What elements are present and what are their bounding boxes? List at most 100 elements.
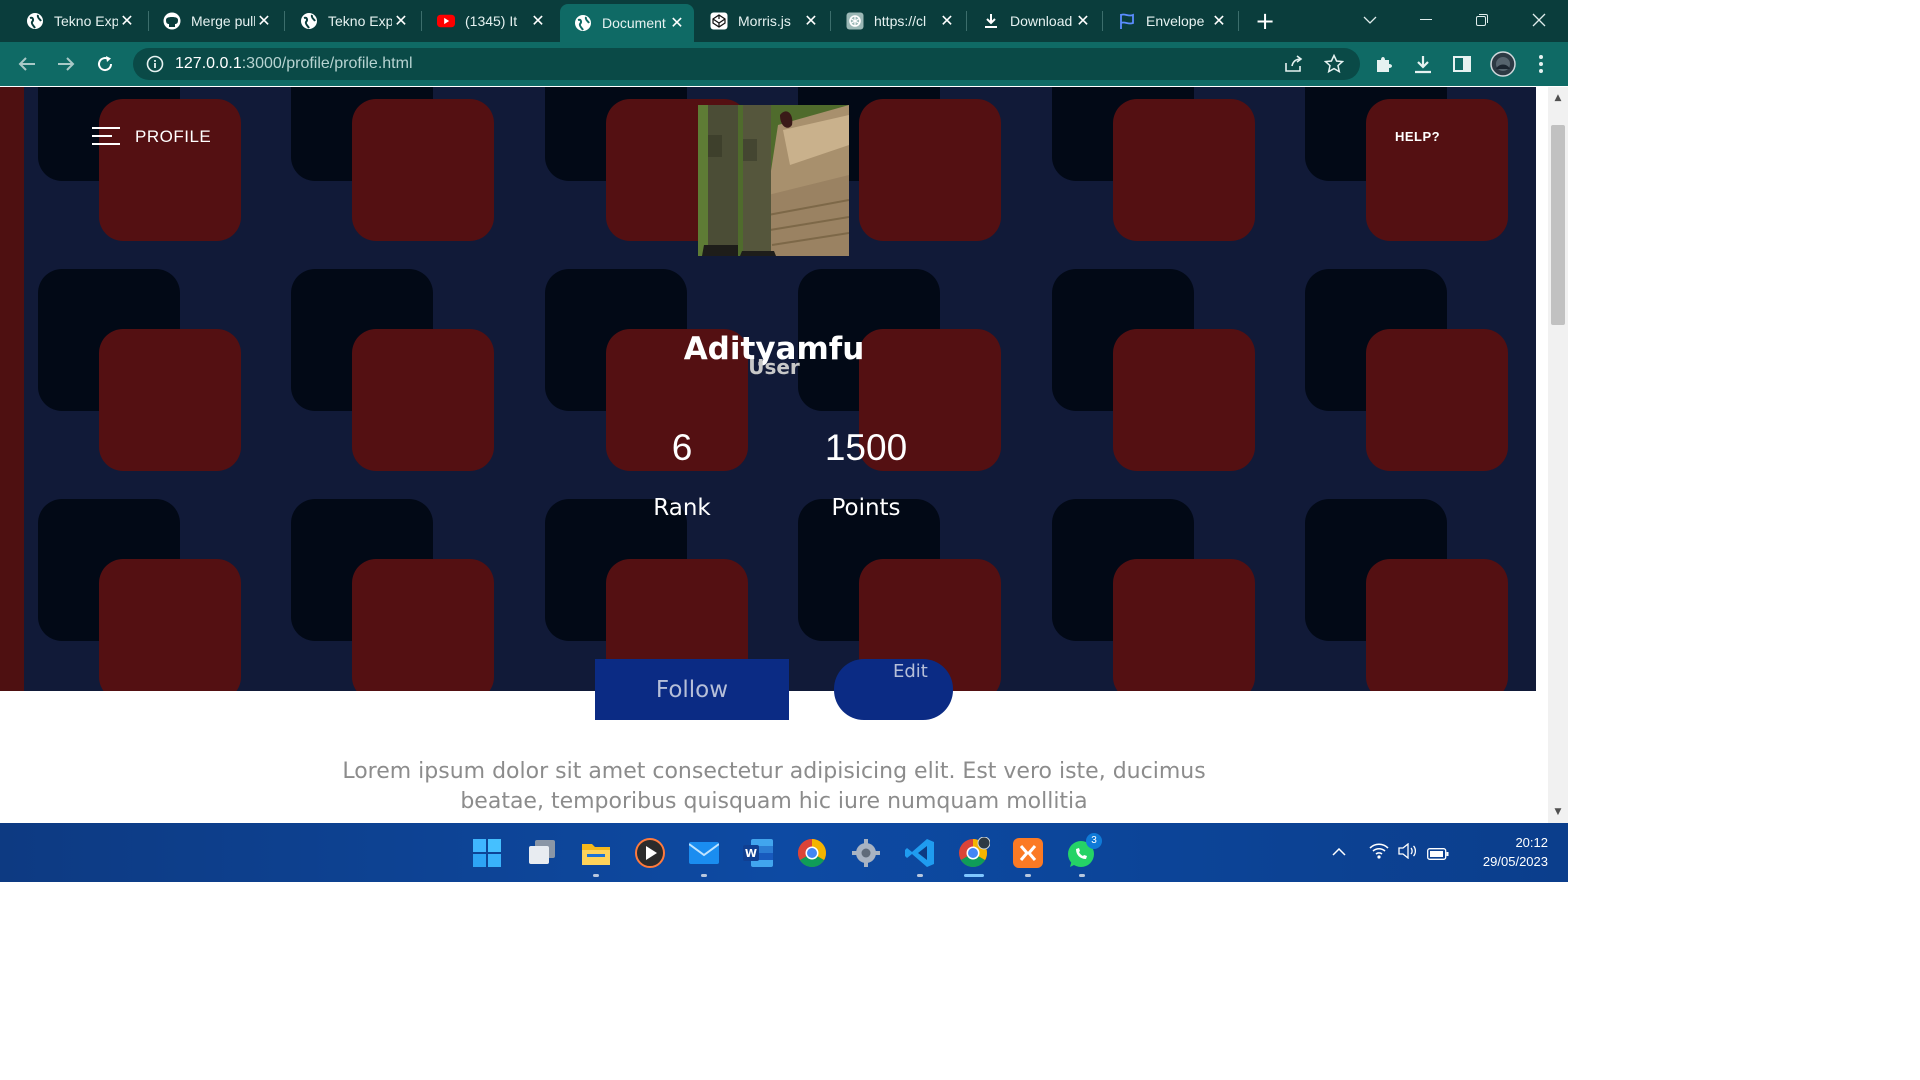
close-icon[interactable]: ✕ bbox=[529, 12, 547, 30]
tab-tekno-exp-1[interactable]: Tekno Exp ✕ bbox=[12, 6, 144, 36]
close-window-icon[interactable] bbox=[1519, 6, 1559, 34]
system-clock[interactable]: 20:12 29/05/2023 bbox=[1466, 833, 1548, 871]
page-scrollbar[interactable]: ▲ ▼ bbox=[1548, 87, 1568, 823]
chrome-icon[interactable] bbox=[796, 837, 828, 869]
tab-morris[interactable]: Morris.js ✕ bbox=[696, 6, 828, 36]
tab-separator bbox=[966, 11, 967, 31]
windows-start-icon[interactable] bbox=[471, 837, 503, 869]
extensions-puzzle-icon[interactable] bbox=[1373, 53, 1395, 75]
tab-youtube[interactable]: (1345) It ✕ bbox=[423, 6, 555, 36]
running-indicator bbox=[701, 874, 707, 877]
site-info-icon[interactable] bbox=[146, 55, 164, 73]
profile-hero: PROFILE HELP? Adityamfu User 6 1500 Rank… bbox=[0, 87, 1536, 691]
globe-icon bbox=[300, 12, 318, 30]
tab-search-chevron-icon[interactable] bbox=[1350, 6, 1390, 34]
globe-icon bbox=[26, 12, 44, 30]
share-icon[interactable] bbox=[1283, 53, 1305, 75]
vscode-icon[interactable] bbox=[904, 837, 936, 877]
download-icon bbox=[982, 12, 1000, 30]
flag-icon bbox=[1118, 12, 1136, 30]
chrome-profile-icon[interactable] bbox=[958, 837, 990, 877]
close-icon[interactable]: ✕ bbox=[802, 12, 820, 30]
close-icon[interactable]: ✕ bbox=[1210, 12, 1228, 30]
wifi-icon[interactable] bbox=[1369, 843, 1389, 863]
help-link[interactable]: HELP? bbox=[1395, 129, 1440, 144]
settings-icon[interactable] bbox=[850, 837, 882, 869]
file-explorer-icon[interactable] bbox=[580, 837, 612, 877]
running-indicator bbox=[593, 874, 599, 877]
whatsapp-icon[interactable]: 3 bbox=[1066, 833, 1102, 877]
close-icon[interactable]: ✕ bbox=[392, 12, 410, 30]
profile-avatar-icon[interactable] bbox=[1490, 51, 1516, 77]
tab-separator bbox=[1238, 11, 1239, 31]
task-view-icon[interactable] bbox=[526, 837, 558, 869]
tab-label: Document bbox=[602, 15, 666, 31]
tab-download[interactable]: Download ✕ bbox=[968, 6, 1100, 36]
minimize-icon[interactable] bbox=[1406, 6, 1446, 34]
scrollbar-thumb[interactable] bbox=[1551, 125, 1565, 325]
browser-toolbar: 127.0.0.1:3000/profile/profile.html bbox=[0, 42, 1568, 86]
close-icon[interactable]: ✕ bbox=[255, 12, 273, 30]
tab-merge-pull[interactable]: Merge pull ✕ bbox=[149, 6, 281, 36]
menu-line bbox=[92, 135, 112, 137]
pattern-tile-red bbox=[1366, 99, 1508, 241]
scroll-down-arrow-icon[interactable]: ▼ bbox=[1552, 807, 1564, 817]
tab-chatgpt[interactable]: https://cl ✕ bbox=[832, 6, 964, 36]
pattern-tile-red bbox=[99, 559, 241, 691]
github-icon bbox=[163, 12, 181, 30]
close-icon[interactable]: ✕ bbox=[938, 12, 956, 30]
side-panel-icon[interactable] bbox=[1451, 53, 1473, 75]
new-tab-plus-icon[interactable]: + bbox=[1252, 7, 1278, 35]
points-label: Points bbox=[831, 495, 901, 521]
edit-button[interactable]: Edit bbox=[834, 659, 953, 720]
tab-label: Envelope bbox=[1146, 13, 1205, 29]
tab-document-active[interactable]: Document ✕ bbox=[560, 4, 694, 42]
windows-taskbar: W 3 20:12 29/05/2023 bbox=[0, 823, 1568, 882]
url-host: 127.0.0.1 bbox=[175, 55, 242, 72]
pattern-tile-red bbox=[1366, 559, 1508, 691]
tab-label: Merge pull bbox=[191, 13, 255, 29]
page-viewport: PROFILE HELP? Adityamfu User 6 1500 Rank… bbox=[0, 87, 1548, 823]
openai-icon bbox=[846, 12, 864, 30]
tab-label: https://cl bbox=[874, 13, 927, 29]
browser-tab-strip: Tekno Exp ✕ Merge pull ✕ Tekno Exp ✕ (13… bbox=[0, 0, 1568, 42]
nav-title[interactable]: PROFILE bbox=[135, 127, 211, 147]
tab-label: (1345) It bbox=[465, 13, 518, 29]
menu-line bbox=[92, 127, 120, 129]
browser-menu-kebab-icon[interactable] bbox=[1530, 53, 1552, 75]
forward-arrow-icon[interactable] bbox=[54, 52, 78, 76]
tab-label: Tekno Exp bbox=[54, 13, 118, 29]
tab-separator bbox=[421, 11, 422, 31]
tab-label: Download bbox=[1010, 13, 1073, 29]
hamburger-menu-icon[interactable] bbox=[92, 125, 122, 147]
tab-tekno-exp-2[interactable]: Tekno Exp ✕ bbox=[286, 6, 418, 36]
show-hidden-icons-chevron-icon[interactable] bbox=[1332, 841, 1346, 860]
back-arrow-icon[interactable] bbox=[15, 52, 39, 76]
xampp-icon[interactable] bbox=[1012, 837, 1044, 877]
close-icon[interactable]: ✕ bbox=[668, 14, 686, 32]
bookmark-star-icon[interactable] bbox=[1323, 53, 1345, 75]
url-path: :3000/profile/profile.html bbox=[241, 55, 413, 72]
tab-separator bbox=[1102, 11, 1103, 31]
battery-icon[interactable] bbox=[1427, 845, 1449, 864]
mail-icon[interactable] bbox=[688, 837, 720, 877]
pattern-tile-red bbox=[99, 99, 241, 241]
close-icon[interactable]: ✕ bbox=[1074, 12, 1092, 30]
close-icon[interactable]: ✕ bbox=[118, 12, 136, 30]
downloads-icon[interactable] bbox=[1412, 53, 1434, 75]
running-indicator bbox=[1025, 874, 1031, 877]
whatsapp-badge: 3 bbox=[1086, 833, 1102, 849]
points-value: 1500 bbox=[824, 427, 908, 468]
scroll-up-arrow-icon[interactable]: ▲ bbox=[1552, 93, 1564, 103]
restore-icon[interactable] bbox=[1462, 6, 1502, 34]
reload-icon[interactable] bbox=[93, 52, 117, 76]
media-player-icon[interactable] bbox=[634, 837, 666, 869]
volume-icon[interactable] bbox=[1398, 842, 1418, 863]
tab-envelope[interactable]: Envelope ✕ bbox=[1104, 6, 1236, 36]
address-bar[interactable]: 127.0.0.1:3000/profile/profile.html bbox=[133, 48, 1360, 80]
word-icon[interactable]: W bbox=[742, 837, 774, 869]
clock-date: 29/05/2023 bbox=[1482, 854, 1548, 869]
follow-button[interactable]: Follow bbox=[595, 659, 789, 720]
pattern-tile-red bbox=[1113, 99, 1255, 241]
pattern-tile-red bbox=[1113, 559, 1255, 691]
